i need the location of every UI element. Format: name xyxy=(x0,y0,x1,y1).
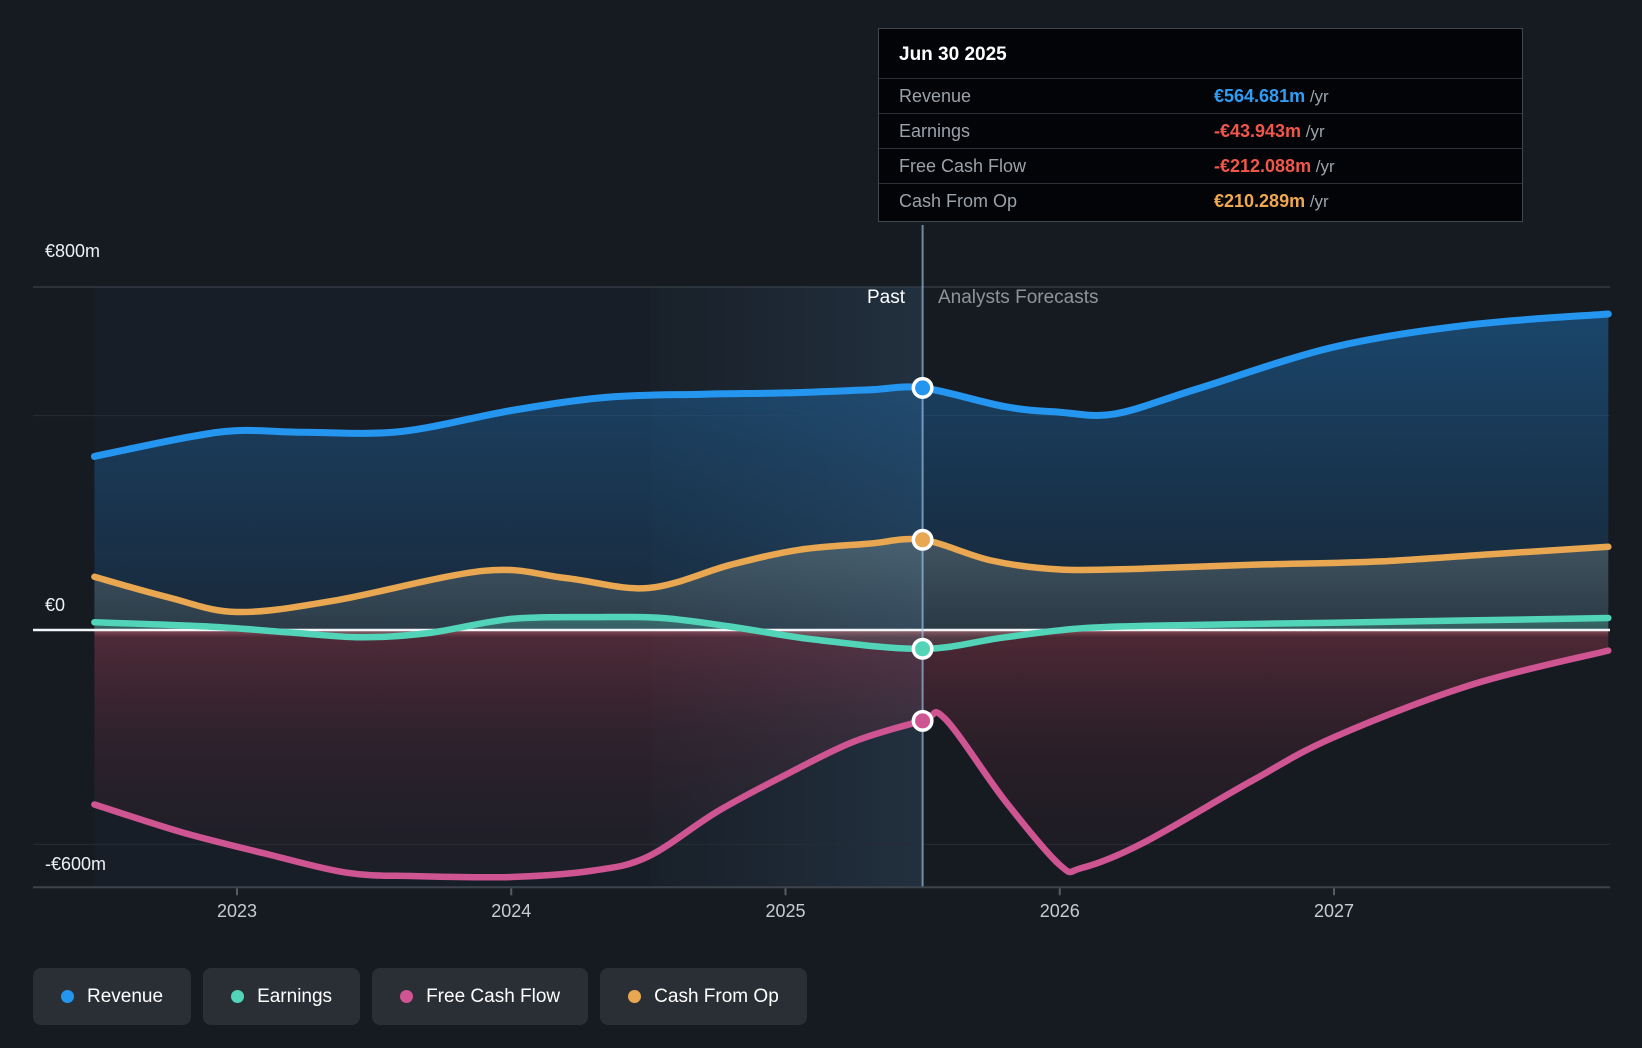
x-axis-label-2027: 2027 xyxy=(1289,901,1379,922)
legend-label: Cash From Op xyxy=(654,986,779,1008)
revenue-dot-icon xyxy=(61,990,74,1003)
tooltip-value: -€212.088m xyxy=(1214,156,1311,176)
x-axis-label-2024: 2024 xyxy=(466,901,556,922)
forecast-region-label: Analysts Forecasts xyxy=(938,287,1099,309)
tooltip-label: Cash From Op xyxy=(899,191,1017,212)
tooltip-unit: /yr xyxy=(1301,122,1325,141)
y-axis-label-neg600m: -€600m xyxy=(45,854,106,875)
tooltip-value: -€43.943m xyxy=(1214,121,1301,141)
tooltip-value: €210.289m xyxy=(1214,191,1305,211)
tooltip-label: Revenue xyxy=(899,86,971,107)
legend-item-cash-from-op[interactable]: Cash From Op xyxy=(600,968,807,1025)
legend-item-free-cash-flow[interactable]: Free Cash Flow xyxy=(372,968,588,1025)
tooltip-row-cash-from-op: Cash From Op €210.289m /yr xyxy=(879,183,1522,218)
free-cash-flow-marker xyxy=(912,710,934,732)
y-axis-label-0: €0 xyxy=(45,595,65,616)
legend-item-earnings[interactable]: Earnings xyxy=(203,968,360,1025)
legend-item-revenue[interactable]: Revenue xyxy=(33,968,191,1025)
tooltip-row-free-cash-flow: Free Cash Flow -€212.088m /yr xyxy=(879,148,1522,183)
tooltip-date: Jun 30 2025 xyxy=(879,29,1522,78)
hover-tooltip: Jun 30 2025 Revenue €564.681m /yr Earnin… xyxy=(878,28,1523,222)
x-axis-label-2025: 2025 xyxy=(741,901,831,922)
earnings-marker xyxy=(912,638,934,660)
earnings-dot-icon xyxy=(231,990,244,1003)
tooltip-value: €564.681m xyxy=(1214,86,1305,106)
legend-label: Revenue xyxy=(87,986,163,1008)
legend: Revenue Earnings Free Cash Flow Cash Fro… xyxy=(33,968,807,1025)
tooltip-row-earnings: Earnings -€43.943m /yr xyxy=(879,113,1522,148)
tooltip-unit: /yr xyxy=(1305,192,1329,211)
cash-from-op-marker xyxy=(912,529,934,551)
free-cash-flow-dot-icon xyxy=(400,990,413,1003)
tooltip-unit: /yr xyxy=(1305,87,1329,106)
tooltip-row-revenue: Revenue €564.681m /yr xyxy=(879,78,1522,113)
tooltip-label: Earnings xyxy=(899,121,970,142)
y-axis-label-800m: €800m xyxy=(45,241,100,262)
financial-forecast-chart: €800m €0 -€600m 2023 2024 2025 2026 2027… xyxy=(0,0,1642,1048)
cash-from-op-dot-icon xyxy=(628,990,641,1003)
revenue-marker xyxy=(912,377,934,399)
x-axis-label-2023: 2023 xyxy=(192,901,282,922)
legend-label: Free Cash Flow xyxy=(426,986,560,1008)
tooltip-unit: /yr xyxy=(1311,157,1335,176)
past-region-label: Past xyxy=(735,287,905,309)
tooltip-label: Free Cash Flow xyxy=(899,156,1026,177)
x-axis-label-2026: 2026 xyxy=(1015,901,1105,922)
legend-label: Earnings xyxy=(257,986,332,1008)
